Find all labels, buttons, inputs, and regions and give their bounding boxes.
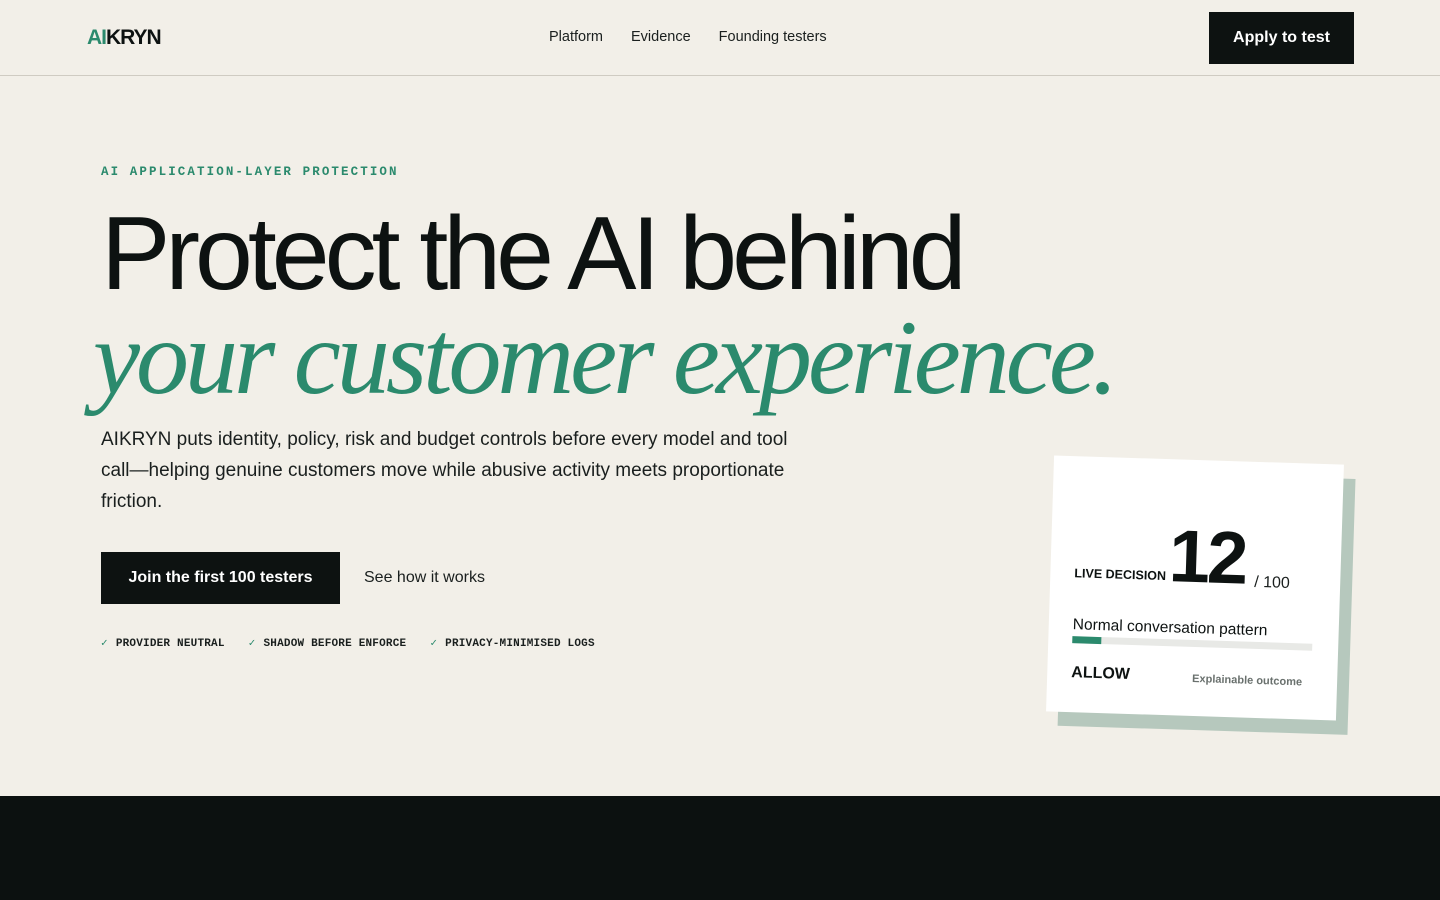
dark-section bbox=[0, 796, 1440, 900]
logo-text: KRYN bbox=[106, 26, 162, 49]
hero-eyebrow: AI APPLICATION-LAYER PROTECTION bbox=[101, 165, 399, 179]
nav-item-platform[interactable]: Platform bbox=[549, 28, 603, 46]
hero-description: AIKRYN puts identity, policy, risk and b… bbox=[101, 429, 788, 512]
badge-privacy-minimised-logs: ✓ PRIVACY-MINIMISED LOGS bbox=[430, 637, 594, 651]
badge-provider-neutral: ✓ PROVIDER NEUTRAL bbox=[101, 637, 225, 651]
live-decision-label: LIVE DECISION bbox=[1074, 566, 1167, 584]
risk-score: 12 bbox=[1167, 514, 1247, 600]
hero-headline-accent: your customer experience. bbox=[93, 299, 1118, 416]
decision-outcome: ALLOW bbox=[1071, 664, 1131, 683]
badge-label: PRIVACY-MINIMISED LOGS bbox=[445, 638, 595, 650]
outcome-note: Explainable outcome bbox=[1191, 672, 1303, 689]
main-nav: Platform Evidence Founding testers bbox=[549, 28, 827, 46]
badge-shadow-before-enforce: ✓ SHADOW BEFORE ENFORCE bbox=[249, 637, 407, 651]
feature-badges: ✓ PROVIDER NEUTRAL ✓ SHADOW BEFORE ENFOR… bbox=[101, 637, 595, 651]
nav-item-evidence[interactable]: Evidence bbox=[631, 28, 691, 46]
check-icon: ✓ bbox=[430, 638, 438, 650]
badge-label: SHADOW BEFORE ENFORCE bbox=[263, 638, 407, 650]
logo-accent: AI bbox=[87, 26, 107, 49]
badge-label: PROVIDER NEUTRAL bbox=[115, 638, 225, 650]
check-icon: ✓ bbox=[101, 638, 108, 650]
nav-item-founding-testers[interactable]: Founding testers bbox=[719, 28, 827, 46]
risk-meter-fill bbox=[1072, 636, 1102, 645]
check-icon: ✓ bbox=[248, 638, 256, 650]
site-header: AIKRYN Platform Evidence Founding tester… bbox=[0, 0, 1440, 76]
join-testers-button[interactable]: Join the first 100 testers bbox=[101, 552, 340, 604]
card-body: LIVE DECISION 12 / 100 Normal conversati… bbox=[1046, 455, 1344, 721]
live-decision-card: LIVE DECISION 12 / 100 Normal conversati… bbox=[1046, 455, 1356, 735]
risk-score-max: / 100 bbox=[1253, 573, 1291, 592]
see-how-it-works-link[interactable]: See how it works bbox=[364, 568, 485, 588]
apply-to-test-button[interactable]: Apply to test bbox=[1209, 12, 1354, 64]
logo[interactable]: AIKRYN bbox=[87, 26, 162, 50]
hero-headline: Protect the AI behind bbox=[101, 196, 967, 312]
risk-meter bbox=[1072, 636, 1313, 651]
